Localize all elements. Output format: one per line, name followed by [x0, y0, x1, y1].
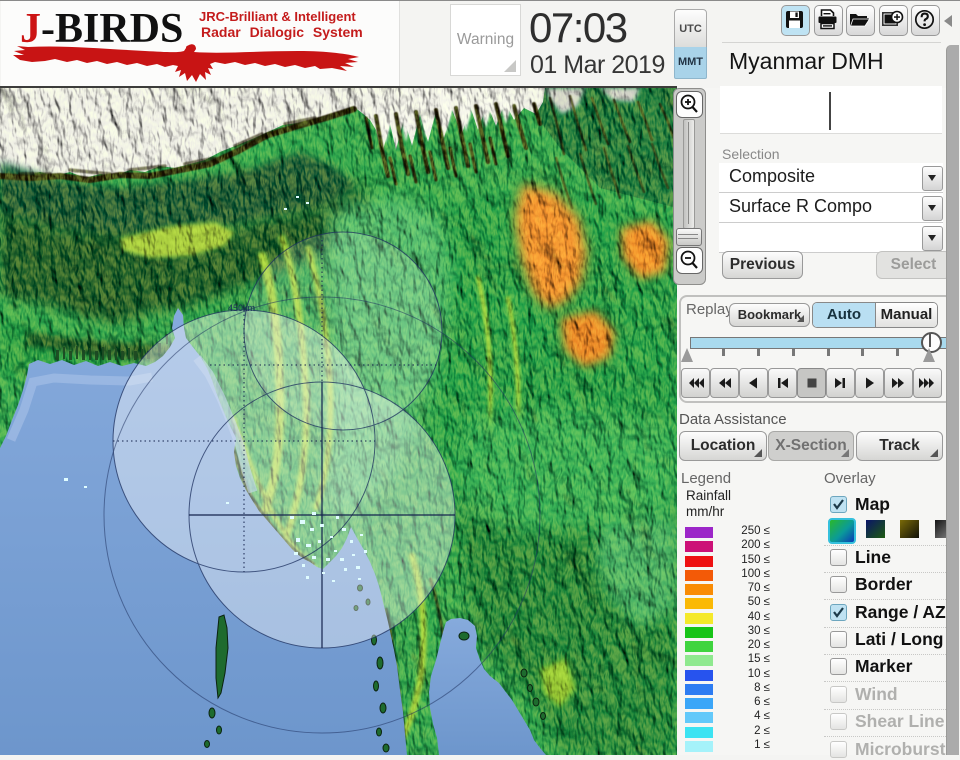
svg-text:450km: 450km: [228, 303, 255, 313]
